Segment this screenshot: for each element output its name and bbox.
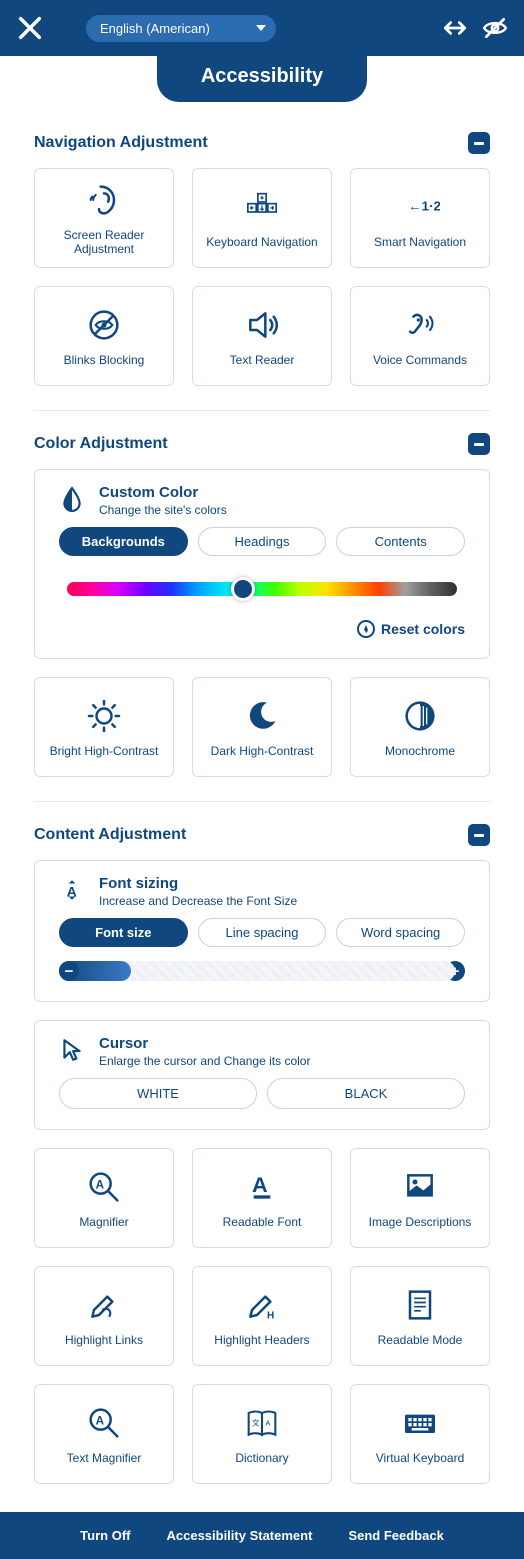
close-icon bbox=[16, 14, 44, 42]
cursor-white-button[interactable]: WHITE bbox=[59, 1078, 257, 1109]
collapse-color-button[interactable] bbox=[468, 433, 490, 455]
cursor-subtitle: Enlarge the cursor and Change its color bbox=[99, 1054, 310, 1068]
tile-image-descriptions[interactable]: Image Descriptions bbox=[350, 1148, 490, 1248]
send-feedback-link[interactable]: Send Feedback bbox=[348, 1528, 443, 1543]
hue-thumb[interactable] bbox=[231, 577, 255, 601]
readable-font-icon: A bbox=[242, 1167, 282, 1207]
tile-text-magnifier[interactable]: A Text Magnifier bbox=[34, 1384, 174, 1484]
contrast-circle-icon bbox=[400, 696, 440, 736]
collapse-content-button[interactable] bbox=[468, 824, 490, 846]
cursor-title: Cursor bbox=[99, 1035, 310, 1052]
tile-highlight-links[interactable]: Highlight Links bbox=[34, 1266, 174, 1366]
minus-icon bbox=[474, 834, 484, 837]
font-sizing-subtitle: Increase and Decrease the Font Size bbox=[99, 894, 297, 908]
svg-text:←1·2→: ←1·2→ bbox=[408, 198, 440, 213]
highlight-links-icon bbox=[84, 1285, 124, 1325]
svg-text:文: 文 bbox=[252, 1418, 260, 1428]
section-navigation-title: Navigation Adjustment bbox=[34, 134, 208, 152]
tile-screen-reader[interactable]: Screen Reader Adjustment bbox=[34, 168, 174, 268]
ear-icon bbox=[84, 180, 124, 220]
tile-virtual-keyboard[interactable]: Virtual Keyboard bbox=[350, 1384, 490, 1484]
tile-monochrome[interactable]: Monochrome bbox=[350, 677, 490, 777]
collapse-navigation-button[interactable] bbox=[468, 132, 490, 154]
voice-icon bbox=[400, 305, 440, 345]
tab-headings[interactable]: Headings bbox=[198, 527, 327, 556]
section-navigation-header: Navigation Adjustment bbox=[34, 132, 490, 154]
moon-icon bbox=[242, 696, 282, 736]
panel-title: Accessibility bbox=[157, 55, 367, 102]
arrows-horizontal-icon bbox=[442, 15, 468, 41]
language-select[interactable]: English (American) bbox=[86, 15, 276, 42]
accessibility-statement-link[interactable]: Accessibility Statement bbox=[166, 1528, 312, 1543]
eye-off-icon bbox=[482, 15, 508, 41]
document-icon bbox=[400, 1285, 440, 1325]
eye-blocked-icon bbox=[84, 305, 124, 345]
footer: Turn Off Accessibility Statement Send Fe… bbox=[0, 1512, 524, 1559]
tile-bright-contrast[interactable]: Bright High-Contrast bbox=[34, 677, 174, 777]
svg-text:A: A bbox=[96, 1415, 105, 1428]
tile-dictionary[interactable]: 文A Dictionary bbox=[192, 1384, 332, 1484]
minus-icon bbox=[474, 443, 484, 446]
tab-contents[interactable]: Contents bbox=[336, 527, 465, 556]
tab-word-spacing[interactable]: Word spacing bbox=[336, 918, 465, 947]
tile-blinks-blocking[interactable]: Blinks Blocking bbox=[34, 286, 174, 386]
font-resize-icon: A bbox=[59, 877, 85, 903]
tile-dark-contrast[interactable]: Dark High-Contrast bbox=[192, 677, 332, 777]
decrease-font-button[interactable]: − bbox=[59, 961, 79, 981]
sun-icon bbox=[84, 696, 124, 736]
tile-readable-font[interactable]: A Readable Font bbox=[192, 1148, 332, 1248]
tile-smart-nav[interactable]: ←1·2→ Smart Navigation bbox=[350, 168, 490, 268]
turn-off-button[interactable]: Turn Off bbox=[80, 1528, 130, 1543]
tile-highlight-headers[interactable]: H Highlight Headers bbox=[192, 1266, 332, 1366]
book-icon: 文A bbox=[242, 1403, 282, 1443]
speaker-icon bbox=[242, 305, 282, 345]
cursor-panel: Cursor Enlarge the cursor and Change its… bbox=[34, 1020, 490, 1130]
custom-color-panel: Custom Color Change the site's colors Ba… bbox=[34, 469, 490, 659]
svg-text:H: H bbox=[267, 1310, 274, 1321]
section-content-header: Content Adjustment bbox=[34, 824, 490, 846]
section-color-header: Color Adjustment bbox=[34, 433, 490, 455]
section-color-title: Color Adjustment bbox=[34, 435, 168, 453]
hide-button[interactable] bbox=[482, 15, 508, 41]
tile-readable-mode[interactable]: Readable Mode bbox=[350, 1266, 490, 1366]
tile-text-reader[interactable]: Text Reader bbox=[192, 286, 332, 386]
highlight-headers-icon: H bbox=[242, 1285, 282, 1325]
cursor-black-button[interactable]: BLACK bbox=[267, 1078, 465, 1109]
keyboard-arrows-icon bbox=[242, 187, 282, 227]
tile-voice-commands[interactable]: Voice Commands bbox=[350, 286, 490, 386]
svg-text:A: A bbox=[265, 1419, 270, 1428]
reset-icon bbox=[357, 620, 375, 638]
reset-colors-button[interactable]: Reset colors bbox=[59, 620, 465, 638]
tab-backgrounds[interactable]: Backgrounds bbox=[59, 527, 188, 556]
magnifier-icon: A bbox=[84, 1167, 124, 1207]
section-content-title: Content Adjustment bbox=[34, 826, 186, 844]
tile-keyboard-nav[interactable]: Keyboard Navigation bbox=[192, 168, 332, 268]
tile-magnifier[interactable]: A Magnifier bbox=[34, 1148, 174, 1248]
minus-icon bbox=[474, 142, 484, 145]
svg-text:A: A bbox=[96, 1179, 105, 1192]
custom-color-title: Custom Color bbox=[99, 484, 227, 501]
cursor-icon bbox=[59, 1037, 85, 1063]
tab-font-size[interactable]: Font size bbox=[59, 918, 188, 947]
text-magnifier-icon: A bbox=[84, 1403, 124, 1443]
image-icon bbox=[400, 1167, 440, 1207]
move-button[interactable] bbox=[442, 15, 468, 41]
svg-text:A: A bbox=[252, 1172, 268, 1197]
tab-line-spacing[interactable]: Line spacing bbox=[198, 918, 327, 947]
hue-slider[interactable] bbox=[67, 582, 457, 596]
top-bar: English (American) bbox=[0, 0, 524, 56]
close-button[interactable] bbox=[16, 14, 44, 42]
font-size-slider[interactable]: − bbox=[59, 961, 455, 981]
font-sizing-title: Font sizing bbox=[99, 875, 297, 892]
custom-color-subtitle: Change the site's colors bbox=[99, 503, 227, 517]
numbers-nav-icon: ←1·2→ bbox=[400, 187, 440, 227]
droplet-icon bbox=[59, 486, 85, 512]
keyboard-icon bbox=[400, 1403, 440, 1443]
font-sizing-panel: A Font sizing Increase and Decrease the … bbox=[34, 860, 490, 1002]
